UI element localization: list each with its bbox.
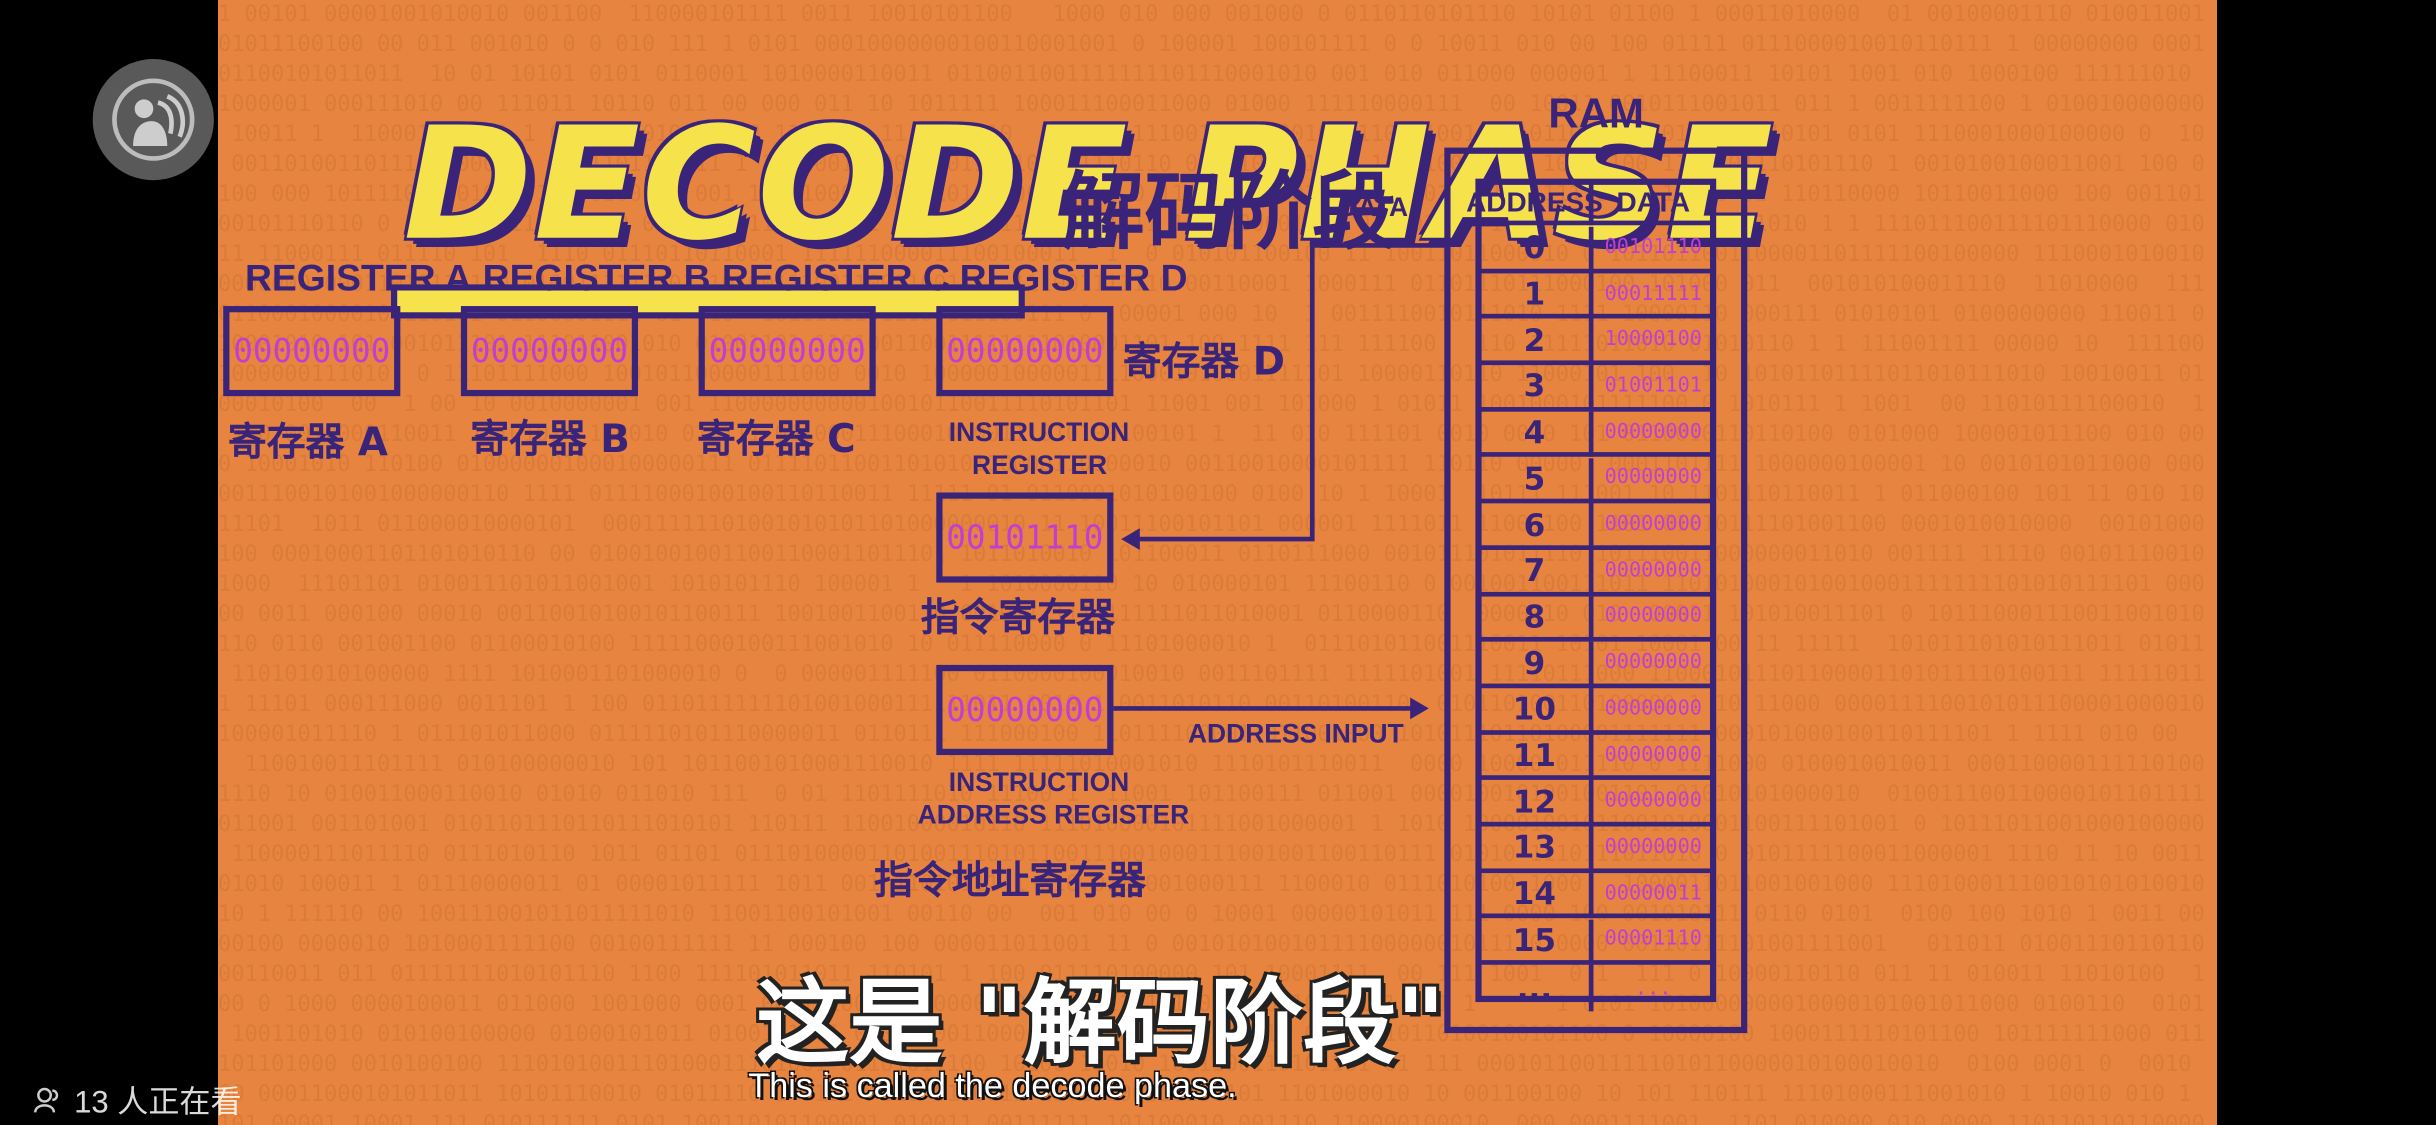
ram-data-cell: 01001101 (1593, 365, 1714, 412)
ram-address-cell: 12 (1480, 780, 1594, 827)
ram-data-cell: ... (1635, 976, 1672, 1000)
viewer-count: 13 人正在看 (33, 1077, 242, 1122)
ram-address-cell: 3 (1480, 365, 1594, 412)
ram-data-cell: 00000000 (1593, 550, 1714, 596)
ram-row: 14 00000011 (1480, 872, 1714, 919)
subtitle-cn: 这是 "解码阶段" (756, 969, 1445, 1079)
address-input-label: ADDRESS INPUT (1187, 719, 1404, 749)
ram-row: 15 00001110 (1480, 918, 1714, 966)
ram-row: 13 00000000 (1480, 826, 1714, 873)
viewers-icon (33, 1087, 59, 1112)
ram-row: 6 00000000 (1480, 503, 1714, 550)
ram-row: 11 00000000 (1480, 734, 1714, 781)
ram-address-cell: 8 (1480, 595, 1594, 643)
ram-data-cell: 10000100 (1593, 319, 1714, 366)
ram-row: 4 00000000 (1480, 411, 1714, 458)
ram-address-cell: 7 (1480, 549, 1594, 596)
ram-row: 3 01001101 (1480, 365, 1714, 412)
ram-header-row: ADDRESS DATA (1466, 183, 1714, 226)
address-arrow-icon (1410, 697, 1429, 720)
ram-data-cell: 00000000 (1593, 642, 1714, 689)
data-arrow-icon (1121, 528, 1140, 550)
ram-address-cell: 2 (1480, 319, 1594, 366)
ram-row: 12 00000000 (1480, 780, 1714, 827)
ram-address-cell: 0 (1480, 226, 1594, 273)
ram-row: 8 00000000 (1480, 595, 1714, 643)
ram-address-cell: 13 (1480, 826, 1594, 873)
ram-title: RAM (1548, 90, 1644, 137)
ram-data-cell: 00000000 (1593, 734, 1714, 781)
ram-data-cell: 00000000 (1593, 688, 1714, 735)
ram-data-cell: 00101110 (1593, 227, 1714, 273)
ram-address-cell: 6 (1480, 503, 1594, 550)
ram-address-cell: 11 (1480, 734, 1594, 781)
ram-header-data: DATA (1593, 183, 1714, 226)
viewer-count-text: 13 人正在看 (74, 1085, 242, 1121)
ram-address-cell: 1 (1480, 272, 1594, 320)
ram-row: 1 00011111 (1480, 272, 1714, 320)
ram-address-cell: 4 (1480, 411, 1594, 458)
ram-address-cell: 9 (1480, 642, 1594, 689)
ram-data-cell: 00011111 (1593, 273, 1714, 320)
ram-header-address: ADDRESS (1466, 183, 1603, 226)
ram-row: 9 00000000 (1480, 642, 1714, 689)
ram-data-cell: 00000011 (1593, 873, 1714, 919)
ram-data-cell: 00000000 (1593, 458, 1714, 504)
ram-row: 2 10000100 (1480, 319, 1714, 366)
ram-address-cell: 10 (1480, 688, 1594, 735)
ram-row: 10 00000000 (1480, 688, 1714, 735)
ram-row: 7 00000000 (1480, 549, 1714, 596)
video-content: DECODE PHASE 解码阶段 REGISTER A REGISTER B … (0, 0, 2218, 1125)
ram-row: 0 00101110 (1480, 226, 1714, 273)
ram-data-cell: 00000000 (1593, 827, 1714, 873)
ram-address-cell: ... (1480, 965, 1594, 1012)
ram-address-cell: 5 (1480, 457, 1594, 504)
data-bus-label: DATA (1338, 192, 1409, 223)
ram-data-cell: 00000000 (1593, 411, 1714, 458)
ram-address-cell: 14 (1480, 872, 1594, 919)
ram-address-cell: 15 (1480, 918, 1594, 966)
ram-row: ...... (1480, 965, 1713, 1012)
ram-row: 5 00000000 (1480, 457, 1714, 504)
ram-data-cell: 00001110 (1593, 919, 1714, 966)
ram-data-cell: 00000000 (1593, 504, 1714, 550)
subtitle-en: This is called the decode phase. (748, 1065, 1237, 1105)
ram-data-cell: 00000000 (1593, 596, 1714, 643)
ram-data-cell: 00000000 (1593, 780, 1714, 827)
